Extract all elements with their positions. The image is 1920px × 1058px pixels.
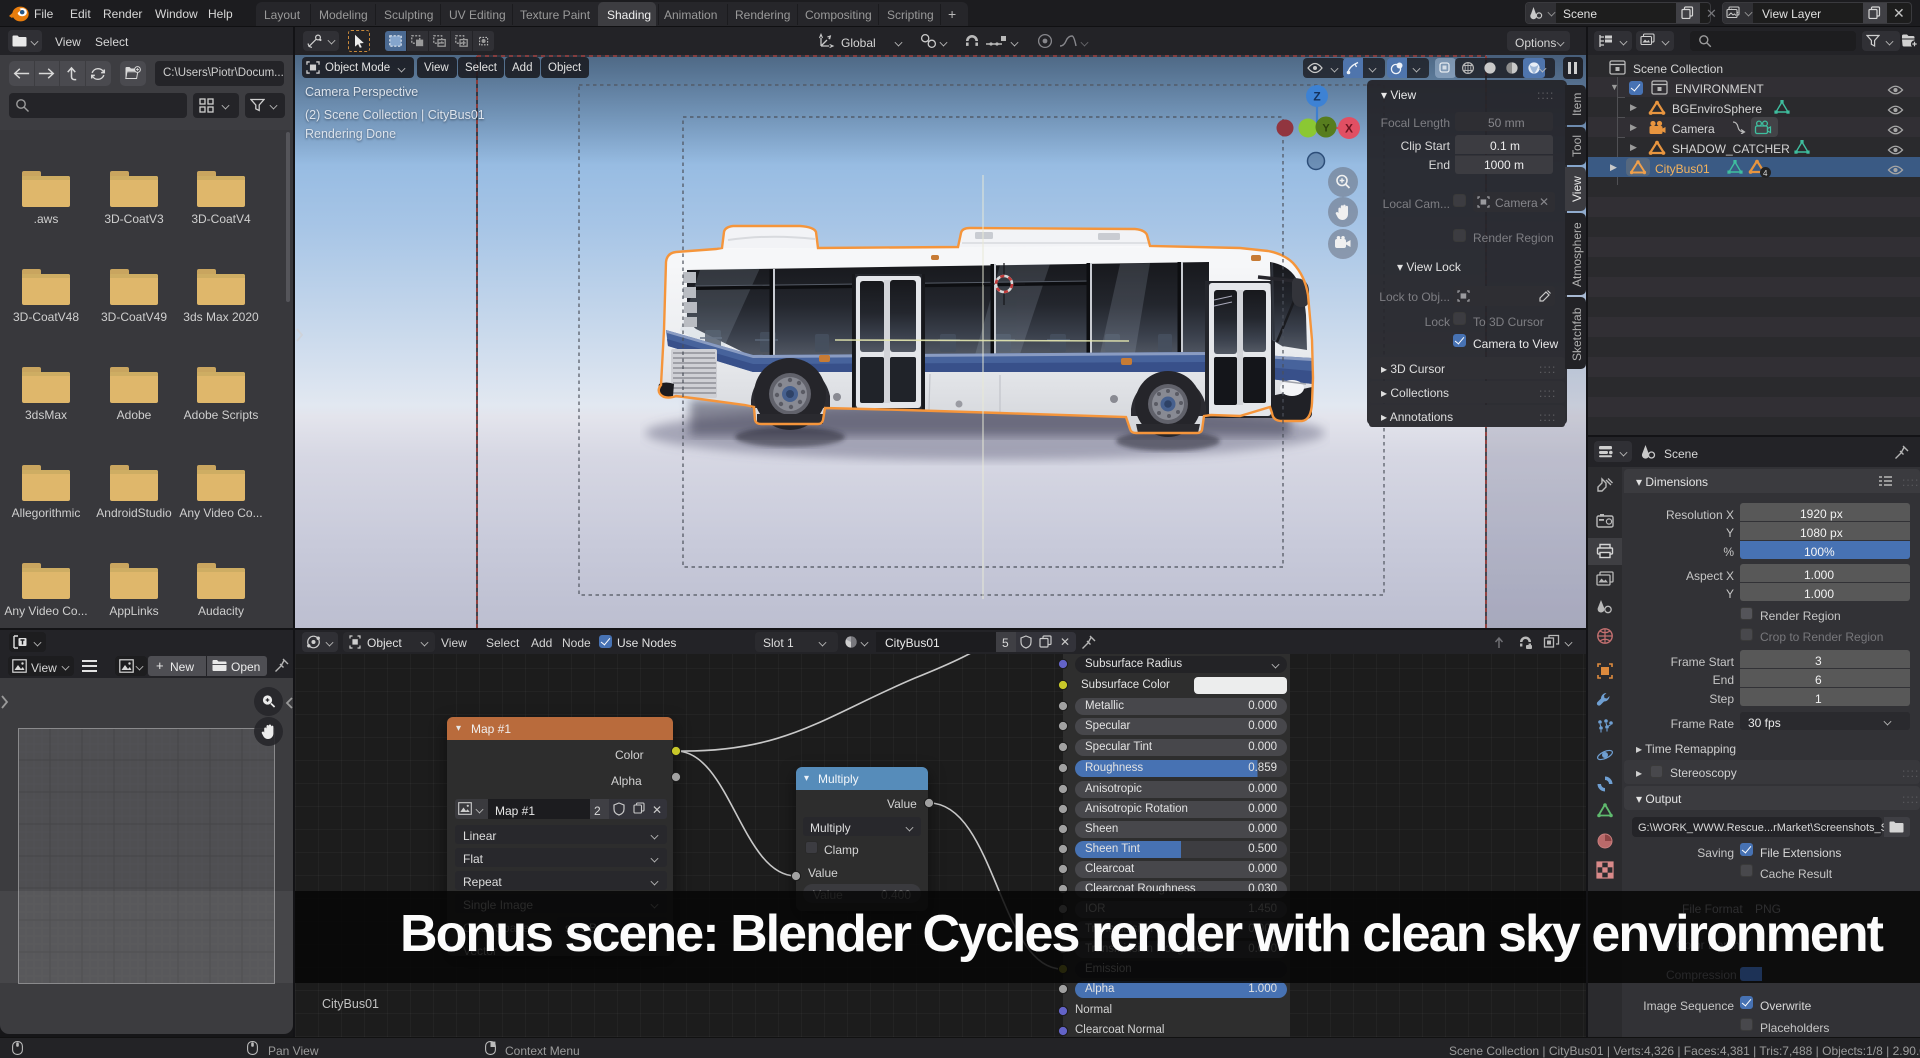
svg-text:X: X	[1345, 122, 1353, 136]
svg-text:Z: Z	[1313, 90, 1320, 104]
svg-text:Y: Y	[1322, 123, 1330, 135]
